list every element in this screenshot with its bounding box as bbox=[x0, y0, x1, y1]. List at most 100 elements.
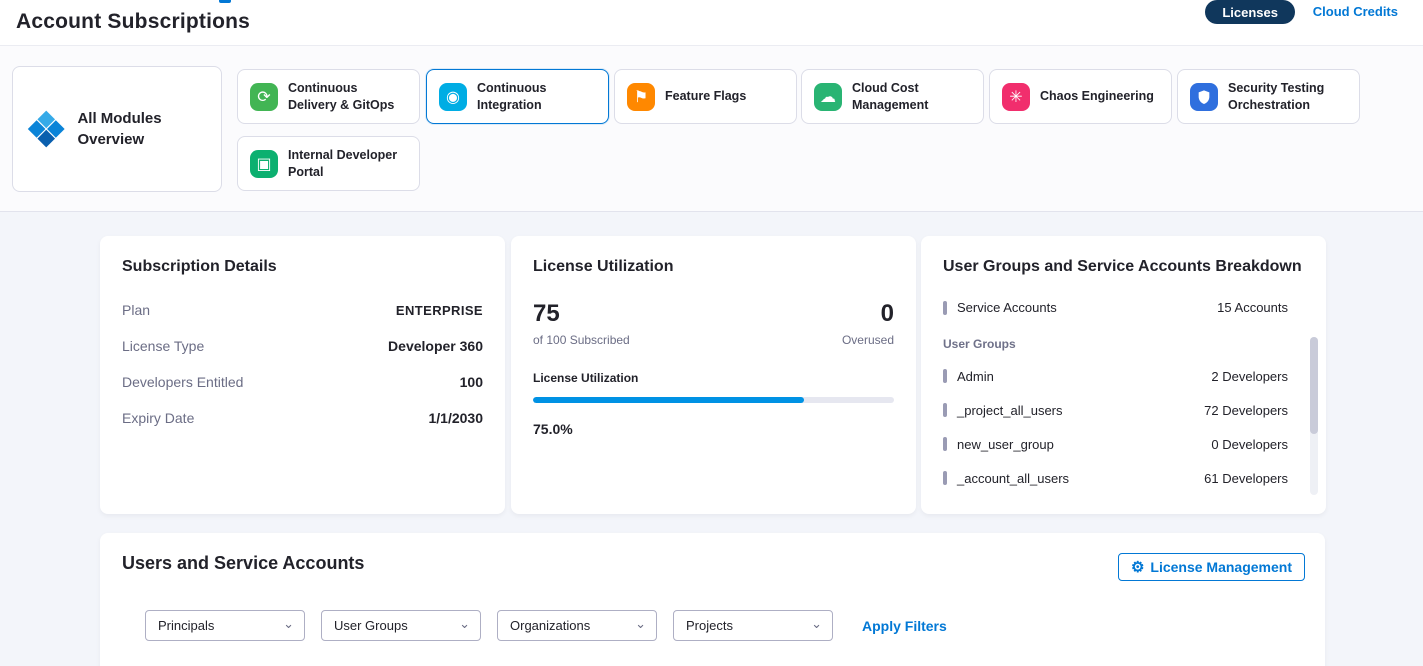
group-bar-icon bbox=[943, 471, 947, 485]
utilization-bar-label: License Utilization bbox=[533, 371, 894, 385]
dropdown-label: User Groups bbox=[334, 618, 408, 633]
user-group-value: 0 Developers bbox=[1211, 437, 1288, 452]
chevron-down-icon: ⌄ bbox=[459, 617, 470, 630]
user-group-name: new_user_group bbox=[957, 437, 1054, 452]
detail-value: Developer 360 bbox=[388, 338, 483, 354]
subscription-details-title: Subscription Details bbox=[122, 258, 483, 276]
detail-label: Plan bbox=[122, 302, 150, 318]
module-card-continuous-delivery[interactable]: ⟳ Continuous Delivery & GitOps bbox=[237, 69, 420, 124]
chaos-engineering-icon: ✳ bbox=[1002, 83, 1030, 111]
user-groups-dropdown[interactable]: User Groups ⌄ bbox=[321, 610, 481, 641]
user-group-name: _account_all_users bbox=[957, 471, 1069, 486]
service-accounts-label: Service Accounts bbox=[957, 300, 1057, 315]
continuous-delivery-icon: ⟳ bbox=[250, 83, 278, 111]
license-management-label: License Management bbox=[1150, 559, 1292, 575]
module-card-security-testing-orchestration[interactable]: Security Testing Orchestration bbox=[1177, 69, 1360, 124]
module-card-internal-developer-portal[interactable]: ▣ Internal Developer Portal bbox=[237, 136, 420, 191]
user-group-name: Admin bbox=[957, 369, 994, 384]
detail-label: Developers Entitled bbox=[122, 374, 243, 390]
module-card-label: Feature Flags bbox=[665, 88, 746, 105]
license-counts: 75 of 100 Subscribed 0 Overused bbox=[533, 300, 894, 347]
module-card-continuous-integration[interactable]: ◉ Continuous Integration bbox=[426, 69, 609, 124]
detail-value: ENTERPRISE bbox=[396, 303, 483, 318]
module-card-label: Chaos Engineering bbox=[1040, 88, 1154, 105]
utilization-percent: 75.0% bbox=[533, 421, 894, 437]
detail-row-plan: Plan ENTERPRISE bbox=[122, 302, 483, 318]
breakdown-card: User Groups and Service Accounts Breakdo… bbox=[921, 236, 1326, 514]
breakdown-title: User Groups and Service Accounts Breakdo… bbox=[943, 258, 1304, 276]
principals-dropdown[interactable]: Principals ⌄ bbox=[145, 610, 305, 641]
service-accounts-row: Service Accounts 15 Accounts bbox=[943, 300, 1304, 315]
group-bar-icon bbox=[943, 437, 947, 451]
overused-count: 0 bbox=[842, 300, 894, 328]
all-modules-overview-card[interactable]: All Modules Overview bbox=[12, 66, 222, 192]
dropdown-label: Projects bbox=[686, 618, 733, 633]
filters-row: Principals ⌄ User Groups ⌄ Organizations… bbox=[145, 610, 947, 641]
user-group-name: _project_all_users bbox=[957, 403, 1063, 418]
top-bar: Account Subscriptions Licenses Cloud Cre… bbox=[0, 0, 1423, 46]
chevron-down-icon: ⌄ bbox=[283, 617, 294, 630]
cloud-credits-link[interactable]: Cloud Credits bbox=[1313, 4, 1398, 19]
subscribed-count: 75 bbox=[533, 300, 630, 328]
internal-developer-portal-icon: ▣ bbox=[250, 150, 278, 178]
detail-row-expiry-date: Expiry Date 1/1/2030 bbox=[122, 410, 483, 426]
subscribed-caption: of 100 Subscribed bbox=[533, 333, 630, 347]
apply-filters-link[interactable]: Apply Filters bbox=[862, 618, 947, 634]
subscription-details-list: Plan ENTERPRISE License Type Developer 3… bbox=[122, 302, 483, 426]
module-card-chaos-engineering[interactable]: ✳ Chaos Engineering bbox=[989, 69, 1172, 124]
licenses-tab[interactable]: Licenses bbox=[1205, 0, 1295, 24]
clipped-link-fragment bbox=[219, 0, 231, 3]
all-modules-overview-label: All Modules Overview bbox=[77, 108, 207, 150]
module-card-feature-flags[interactable]: ⚑ Feature Flags bbox=[614, 69, 797, 124]
license-utilization-card: License Utilization 75 of 100 Subscribed… bbox=[511, 236, 916, 514]
organizations-dropdown[interactable]: Organizations ⌄ bbox=[497, 610, 657, 641]
module-card-label: Cloud Cost Management bbox=[852, 80, 971, 114]
service-accounts-value: 15 Accounts bbox=[1217, 300, 1288, 315]
utilization-progress-fill bbox=[533, 397, 804, 403]
user-group-row: new_user_group 0 Developers bbox=[943, 435, 1304, 453]
dropdown-label: Principals bbox=[158, 618, 214, 633]
module-card-label: Internal Developer Portal bbox=[288, 147, 407, 181]
module-card-cloud-cost-management[interactable]: ☁ Cloud Cost Management bbox=[801, 69, 984, 124]
account-subscriptions-page: Account Subscriptions Licenses Cloud Cre… bbox=[0, 0, 1423, 666]
detail-row-developers-entitled: Developers Entitled 100 bbox=[122, 374, 483, 390]
page-title: Account Subscriptions bbox=[16, 10, 250, 34]
module-card-label: Security Testing Orchestration bbox=[1228, 80, 1347, 114]
user-group-value: 61 Developers bbox=[1204, 471, 1288, 486]
projects-dropdown[interactable]: Projects ⌄ bbox=[673, 610, 833, 641]
user-groups-header: User Groups bbox=[943, 337, 1304, 351]
utilization-progress-track bbox=[533, 397, 894, 403]
module-card-label: Continuous Integration bbox=[477, 80, 596, 114]
detail-value: 100 bbox=[460, 374, 483, 390]
breakdown-scrollbar[interactable] bbox=[1310, 337, 1318, 495]
gear-icon: ⚙ bbox=[1131, 560, 1144, 575]
user-group-row: _project_all_users 72 Developers bbox=[943, 401, 1304, 419]
security-testing-orchestration-icon bbox=[1190, 83, 1218, 111]
dropdown-label: Organizations bbox=[510, 618, 590, 633]
all-modules-logo-icon bbox=[27, 106, 65, 152]
license-utilization-title: License Utilization bbox=[533, 258, 894, 276]
detail-label: License Type bbox=[122, 338, 204, 354]
continuous-integration-icon: ◉ bbox=[439, 83, 467, 111]
user-group-value: 2 Developers bbox=[1211, 369, 1288, 384]
cloud-cost-management-icon: ☁ bbox=[814, 83, 842, 111]
detail-row-license-type: License Type Developer 360 bbox=[122, 338, 483, 354]
user-group-value: 72 Developers bbox=[1204, 403, 1288, 418]
detail-label: Expiry Date bbox=[122, 410, 194, 426]
chevron-down-icon: ⌄ bbox=[635, 617, 646, 630]
users-and-service-accounts-card: Users and Service Accounts ⚙ License Man… bbox=[100, 533, 1325, 666]
subscribed-count-block: 75 of 100 Subscribed bbox=[533, 300, 630, 347]
overused-caption: Overused bbox=[842, 333, 894, 347]
overused-count-block: 0 Overused bbox=[842, 300, 894, 347]
group-bar-icon bbox=[943, 301, 947, 315]
group-bar-icon bbox=[943, 369, 947, 383]
users-section-title: Users and Service Accounts bbox=[122, 553, 364, 574]
module-card-label: Continuous Delivery & GitOps bbox=[288, 80, 407, 114]
breakdown-scrollbar-thumb[interactable] bbox=[1310, 337, 1318, 434]
feature-flags-icon: ⚑ bbox=[627, 83, 655, 111]
user-group-row: Admin 2 Developers bbox=[943, 367, 1304, 385]
license-management-button[interactable]: ⚙ License Management bbox=[1118, 553, 1305, 581]
chevron-down-icon: ⌄ bbox=[811, 617, 822, 630]
group-bar-icon bbox=[943, 403, 947, 417]
subscription-details-card: Subscription Details Plan ENTERPRISE Lic… bbox=[100, 236, 505, 514]
